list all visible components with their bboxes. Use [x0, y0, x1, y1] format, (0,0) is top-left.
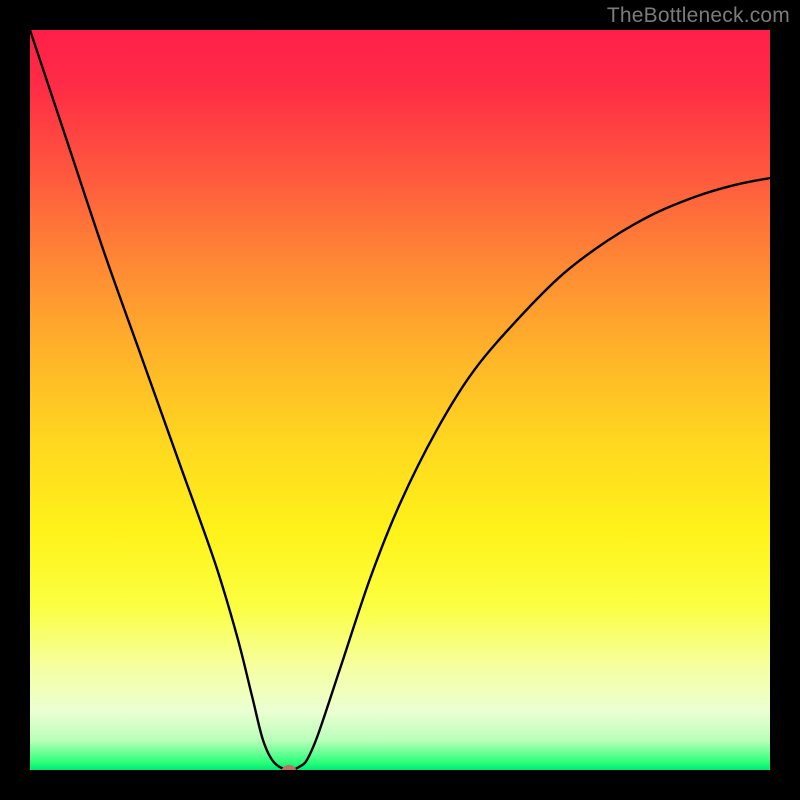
curve-svg: [30, 30, 770, 770]
chart-frame: TheBottleneck.com: [0, 0, 800, 800]
plot-area: [30, 30, 770, 770]
watermark-text: TheBottleneck.com: [607, 4, 790, 28]
bottleneck-curve: [30, 30, 770, 770]
current-point-marker: [282, 765, 296, 770]
